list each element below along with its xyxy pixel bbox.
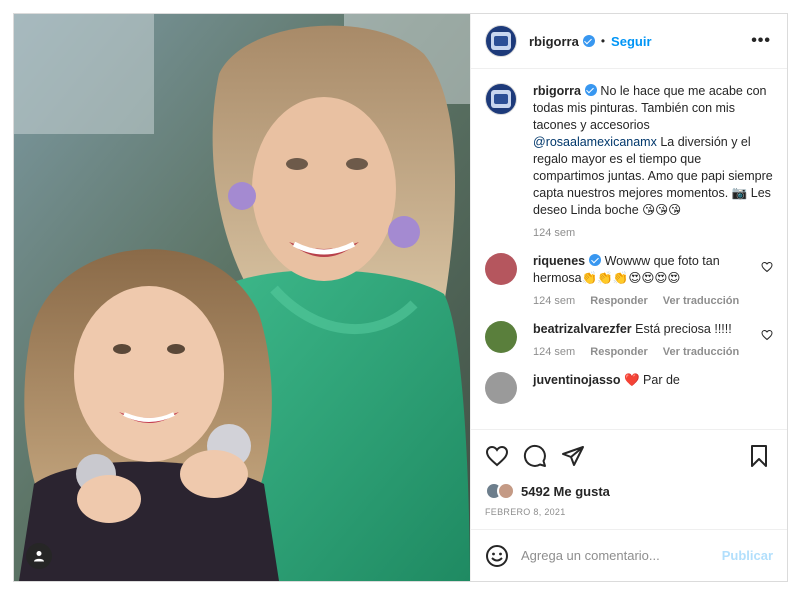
caption-text: rbigorra No le hace que me acabe con tod… <box>533 83 773 219</box>
publish-button[interactable]: Publicar <box>722 548 773 563</box>
instagram-post: rbigorra • Seguir ••• rbigorra No le hac… <box>13 13 788 582</box>
add-comment-bar: Publicar <box>471 529 787 581</box>
follow-button[interactable]: Seguir <box>611 34 651 49</box>
heart-icon[interactable] <box>485 444 509 468</box>
comment-body: ❤️ Par de <box>620 373 680 387</box>
comment-icon[interactable] <box>523 444 547 468</box>
save-icon[interactable] <box>747 444 771 468</box>
comment-avatar[interactable] <box>485 372 517 404</box>
caption-meta: 124 sem <box>533 227 773 239</box>
more-icon[interactable]: ••• <box>751 32 771 50</box>
translate-button[interactable]: Ver traducción <box>663 346 739 358</box>
translate-button[interactable]: Ver traducción <box>663 295 739 307</box>
comment-text: juventinojasso ❤️ Par de <box>533 372 755 389</box>
comment-row: juventinojasso ❤️ Par de <box>485 372 773 404</box>
author-username[interactable]: rbigorra <box>529 34 579 49</box>
comment-time: 124 sem <box>533 295 576 307</box>
post-photo[interactable] <box>14 14 470 581</box>
caption: rbigorra No le hace que me acabe con tod… <box>485 83 773 239</box>
like-comment-heart-icon[interactable] <box>761 329 773 341</box>
comment-text: beatrizalvarezfer Está preciosa !!!!! <box>533 321 755 338</box>
likes-count[interactable]: 5492 Me gusta <box>521 484 610 499</box>
post-date: FEBRERO 8, 2021 <box>485 507 566 517</box>
verified-icon <box>582 35 595 47</box>
reply-button[interactable]: Responder <box>590 295 647 307</box>
author-avatar[interactable] <box>485 83 517 115</box>
comments-list[interactable]: rbigorra No le hace que me acabe con tod… <box>471 69 787 429</box>
comment-avatar[interactable] <box>485 321 517 353</box>
post-header: rbigorra • Seguir ••• <box>471 14 787 69</box>
comment-username[interactable]: juventinojasso <box>533 373 621 387</box>
caption-time: 124 sem <box>533 227 576 239</box>
post-sidebar: rbigorra • Seguir ••• rbigorra No le hac… <box>470 14 787 581</box>
comment-text: riquenes Wowww que foto tan hermosa👏👏👏😍😍… <box>533 253 755 287</box>
user-tag-icon <box>34 551 44 562</box>
caption-mention[interactable]: @rosaalamexicanamx <box>533 135 657 149</box>
comment-row: riquenes Wowww que foto tan hermosa👏👏👏😍😍… <box>485 253 773 307</box>
reply-button[interactable]: Responder <box>590 346 647 358</box>
comment-input[interactable] <box>521 548 722 563</box>
verified-icon <box>584 84 597 96</box>
comment-username[interactable]: riquenes <box>533 254 585 268</box>
liker-avatar[interactable] <box>497 482 515 500</box>
likes-row: 5492 Me gusta <box>471 481 787 501</box>
caption-username[interactable]: rbigorra <box>533 84 581 98</box>
comment-body: Está preciosa !!!!! <box>631 322 732 336</box>
verified-icon <box>589 254 602 266</box>
share-icon[interactable] <box>561 444 585 468</box>
comment-meta: 124 sem Responder Ver traducción <box>533 295 755 307</box>
photo-illustration <box>14 14 470 581</box>
comment-time: 124 sem <box>533 346 576 358</box>
author-avatar[interactable] <box>485 25 517 57</box>
comment-username[interactable]: beatrizalvarezfer <box>533 322 632 336</box>
comment-meta: 124 sem Responder Ver traducción <box>533 346 755 358</box>
like-comment-heart-icon[interactable] <box>761 261 773 273</box>
separator-dot: • <box>600 34 606 48</box>
user-tag-button[interactable] <box>26 543 52 569</box>
comment-avatar[interactable] <box>485 253 517 285</box>
action-bar <box>471 429 787 481</box>
emoji-icon[interactable] <box>485 544 509 568</box>
comment-row: beatrizalvarezfer Está preciosa !!!!! 12… <box>485 321 773 358</box>
